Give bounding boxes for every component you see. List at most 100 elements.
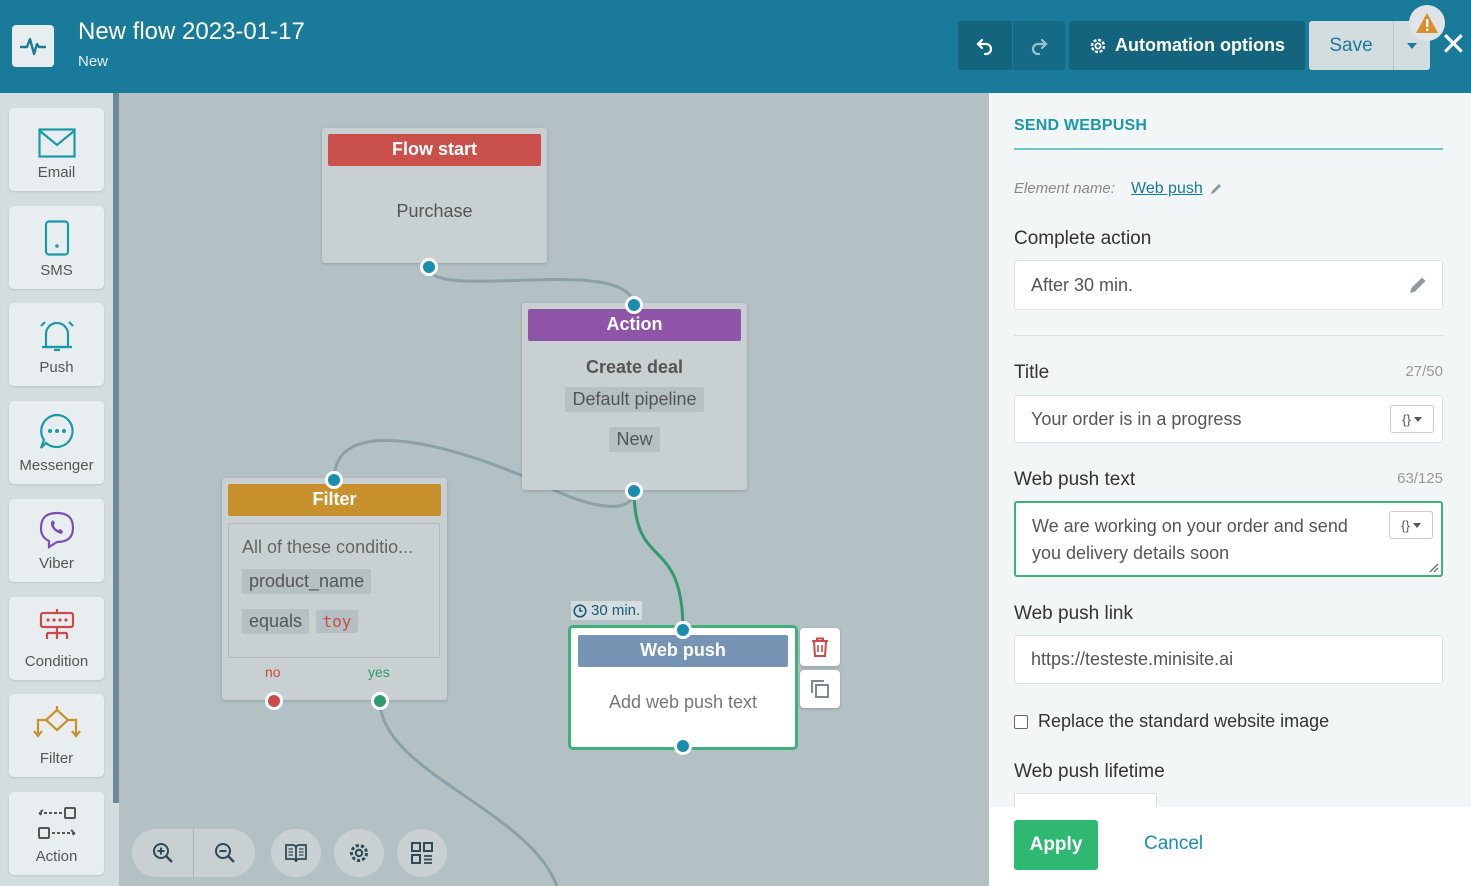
zoom-in-button[interactable] xyxy=(132,829,193,877)
palette-item-email[interactable]: Email xyxy=(9,108,104,191)
palette-item-filter[interactable]: Filter xyxy=(9,694,104,777)
wire-start-to-action xyxy=(427,266,636,306)
element-name-value: Web push xyxy=(1131,180,1203,197)
zoom-out-button[interactable] xyxy=(193,829,255,877)
web-push-text-counter: 63/125 xyxy=(1397,470,1443,487)
cancel-button[interactable]: Cancel xyxy=(1144,833,1203,855)
flow-title[interactable]: New flow 2023-01-17 xyxy=(78,18,305,46)
redo-icon xyxy=(1031,38,1048,55)
port-filter-in[interactable] xyxy=(325,471,343,489)
palette-item-action[interactable]: Action xyxy=(9,792,104,875)
node-action-stage-chip: New xyxy=(609,427,660,452)
element-name-label: Element name: xyxy=(1014,180,1115,197)
port-web-push-out[interactable] xyxy=(674,737,692,755)
guide-button[interactable] xyxy=(271,829,321,877)
filter-icon xyxy=(32,706,81,738)
filter-field-chip: product_name xyxy=(242,569,372,594)
redo-button[interactable] xyxy=(1013,21,1065,70)
web-push-link-input[interactable]: https://testeste.minisite.ai xyxy=(1014,635,1443,684)
palette-item-label: Condition xyxy=(24,653,89,670)
apply-button[interactable]: Apply xyxy=(1014,820,1098,870)
pencil-icon[interactable] xyxy=(1408,275,1428,295)
palette-item-messenger[interactable]: Messenger xyxy=(9,401,104,484)
flow-canvas[interactable]: Flow start Purchase Action Create deal D… xyxy=(119,93,989,886)
panel-footer: Apply Cancel xyxy=(989,807,1471,886)
port-filter-yes[interactable] xyxy=(371,692,389,710)
web-push-lifetime-input[interactable] xyxy=(1014,793,1157,807)
filter-no-label: no xyxy=(265,664,281,680)
zoom-out-icon xyxy=(214,843,235,863)
web-push-text-value: We are working on your order and send yo… xyxy=(1032,516,1348,563)
title-input[interactable]: Your order is in a progress {} xyxy=(1014,395,1443,443)
port-action-out[interactable] xyxy=(625,482,643,500)
palette-item-sms[interactable]: SMS xyxy=(9,206,104,289)
resize-handle-icon[interactable] xyxy=(1429,563,1439,573)
app-logo[interactable] xyxy=(12,25,54,67)
node-flow-start[interactable]: Flow start Purchase xyxy=(322,128,547,263)
duplicate-node-button[interactable] xyxy=(800,670,840,708)
chevron-down-icon xyxy=(1412,522,1421,528)
palette-item-viber[interactable]: Viber xyxy=(9,499,104,582)
undo-icon xyxy=(976,38,993,55)
complete-action-field[interactable]: After 30 min. xyxy=(1014,260,1443,310)
braces-icon: {} xyxy=(1402,411,1411,427)
title-variables-button[interactable]: {} xyxy=(1390,405,1434,433)
node-web-push[interactable]: Web push Add web push text xyxy=(568,625,798,750)
text-variables-button[interactable]: {} xyxy=(1389,511,1433,539)
sms-icon xyxy=(44,220,69,256)
palette-item-label: Viber xyxy=(39,555,74,572)
filter-operator-chip: equals xyxy=(242,609,310,634)
title-label: Title xyxy=(1014,362,1050,383)
web-push-text-area[interactable]: We are working on your order and send yo… xyxy=(1014,501,1443,577)
chevron-down-icon xyxy=(1413,416,1422,422)
clock-icon xyxy=(573,603,587,618)
panel-heading-divider xyxy=(1014,148,1443,150)
viber-icon xyxy=(39,511,74,549)
messenger-icon xyxy=(39,413,74,449)
filter-yes-label: yes xyxy=(368,664,390,680)
copy-icon xyxy=(811,680,829,698)
port-filter-no[interactable] xyxy=(265,692,283,710)
node-action-pipeline-chip: Default pipeline xyxy=(565,387,704,412)
automation-options-button[interactable]: Automation options xyxy=(1069,21,1305,70)
port-flow-start-out[interactable] xyxy=(420,258,438,276)
trash-icon xyxy=(812,637,828,657)
port-web-push-in[interactable] xyxy=(674,621,692,639)
node-web-push-title: Web push xyxy=(578,635,788,667)
element-name-link[interactable]: Web push xyxy=(1131,180,1223,198)
palette-item-label: Filter xyxy=(39,750,74,767)
flow-status: New xyxy=(78,53,109,70)
web-push-lifetime-label: Web push lifetime xyxy=(1014,761,1165,782)
canvas-settings-button[interactable] xyxy=(334,829,384,877)
palette-item-push[interactable]: Push xyxy=(9,303,104,386)
section-divider xyxy=(1014,335,1443,336)
palette-item-label: Email xyxy=(37,164,76,181)
palette-item-condition[interactable]: Condition xyxy=(9,597,104,680)
web-push-link-label: Web push link xyxy=(1014,603,1133,624)
port-action-in[interactable] xyxy=(625,296,643,314)
undo-button[interactable] xyxy=(958,21,1012,70)
save-button[interactable]: Save xyxy=(1309,21,1393,70)
title-counter: 27/50 xyxy=(1405,363,1443,380)
palette-item-label: Action xyxy=(35,848,78,865)
web-push-link-value: https://testeste.minisite.ai xyxy=(1031,649,1234,669)
push-icon xyxy=(39,321,74,352)
delay-tag-label: 30 min. xyxy=(591,602,641,619)
delete-node-button[interactable] xyxy=(800,628,840,666)
close-icon[interactable]: ✕ xyxy=(1440,28,1467,60)
pulse-icon xyxy=(20,37,46,56)
replace-image-checkbox[interactable] xyxy=(1014,714,1028,729)
braces-icon: {} xyxy=(1401,517,1410,533)
filter-value-chip: toy xyxy=(315,610,359,633)
delay-tag: 30 min. xyxy=(571,601,643,620)
automation-options-label: Automation options xyxy=(1115,35,1285,55)
replace-image-row[interactable]: Replace the standard website image xyxy=(1014,711,1329,732)
web-push-text-label: Web push text xyxy=(1014,469,1136,490)
book-icon xyxy=(285,844,307,863)
node-filter[interactable]: Filter All of these conditio... product_… xyxy=(222,478,447,700)
grid-layout-icon xyxy=(411,842,433,864)
condition-icon xyxy=(39,609,74,639)
layout-button[interactable] xyxy=(397,829,447,877)
node-action[interactable]: Action Create deal Default pipeline New xyxy=(522,303,747,490)
zoom-controls xyxy=(132,829,255,877)
